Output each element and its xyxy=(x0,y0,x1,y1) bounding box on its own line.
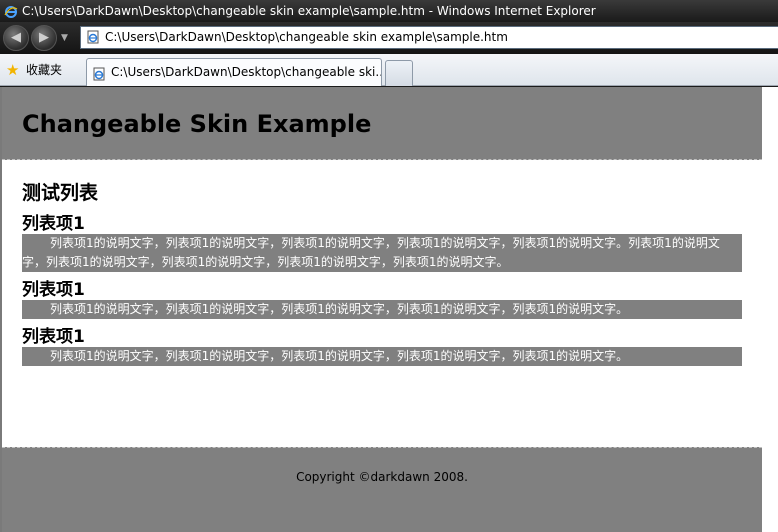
favorites-button[interactable]: ★ 收藏夹 xyxy=(6,60,62,80)
star-icon: ★ xyxy=(6,61,20,79)
web-page: Changeable Skin Example 测试列表 列表项1 列表项1的说… xyxy=(2,87,762,532)
page-icon xyxy=(86,30,100,48)
forward-arrow-icon: ▶ xyxy=(39,30,49,45)
back-arrow-icon: ◀ xyxy=(11,30,21,45)
new-tab-button[interactable] xyxy=(385,60,413,86)
title-bar: C:\Users\DarkDawn\Desktop\changeable ski… xyxy=(0,0,778,22)
list-item: 列表项1 列表项1的说明文字，列表项1的说明文字，列表项1的说明文字，列表项1的… xyxy=(22,214,742,272)
favorites-label: 收藏夹 xyxy=(26,63,63,77)
page-content: 测试列表 列表项1 列表项1的说明文字，列表项1的说明文字，列表项1的说明文字，… xyxy=(2,160,762,366)
address-text: C:\Users\DarkDawn\Desktop\changeable ski… xyxy=(105,30,508,44)
browser-window: C:\Users\DarkDawn\Desktop\changeable ski… xyxy=(0,0,778,532)
navigation-bar: ◀ ▶ ▼ C:\Users\DarkDawn\Desktop\changeab… xyxy=(0,22,778,54)
copyright-text: Copyright ©darkdawn 2008. xyxy=(296,470,468,484)
scrollbar-area[interactable] xyxy=(762,87,778,532)
ie-logo-icon xyxy=(4,4,18,22)
forward-button[interactable]: ▶ xyxy=(31,25,57,51)
page-icon xyxy=(92,64,106,86)
chevron-down-icon[interactable]: ▼ xyxy=(61,33,68,43)
list-item-description: 列表项1的说明文字，列表项1的说明文字，列表项1的说明文字，列表项1的说明文字，… xyxy=(22,234,742,272)
list-item: 列表项1 列表项1的说明文字，列表项1的说明文字，列表项1的说明文字，列表项1的… xyxy=(22,327,742,366)
tabs-row: ★ 收藏夹 C:\Users\DarkDawn\Desktop\changeab… xyxy=(0,54,778,86)
page-title: Changeable Skin Example xyxy=(22,110,372,138)
tab-sample[interactable]: C:\Users\DarkDawn\Desktop\changeable ski… xyxy=(86,58,382,86)
page-header: Changeable Skin Example xyxy=(2,87,762,160)
back-button[interactable]: ◀ xyxy=(3,25,29,51)
address-bar[interactable]: C:\Users\DarkDawn\Desktop\changeable ski… xyxy=(80,26,778,49)
window-title: C:\Users\DarkDawn\Desktop\changeable ski… xyxy=(22,4,596,18)
list-item-title: 列表项1 xyxy=(22,280,85,300)
list-item-description: 列表项1的说明文字，列表项1的说明文字，列表项1的说明文字，列表项1的说明文字，… xyxy=(22,300,742,319)
page-viewport: Changeable Skin Example 测试列表 列表项1 列表项1的说… xyxy=(0,87,778,532)
list-item-title: 列表项1 xyxy=(22,327,85,347)
list-item-title: 列表项1 xyxy=(22,214,85,234)
page-footer: Copyright ©darkdawn 2008. xyxy=(2,447,762,532)
list-item-description: 列表项1的说明文字，列表项1的说明文字，列表项1的说明文字，列表项1的说明文字，… xyxy=(22,347,742,366)
section-title: 测试列表 xyxy=(22,182,99,204)
list-item: 列表项1 列表项1的说明文字，列表项1的说明文字，列表项1的说明文字，列表项1的… xyxy=(22,280,742,319)
tab-title: C:\Users\DarkDawn\Desktop\changeable ski… xyxy=(111,65,382,79)
